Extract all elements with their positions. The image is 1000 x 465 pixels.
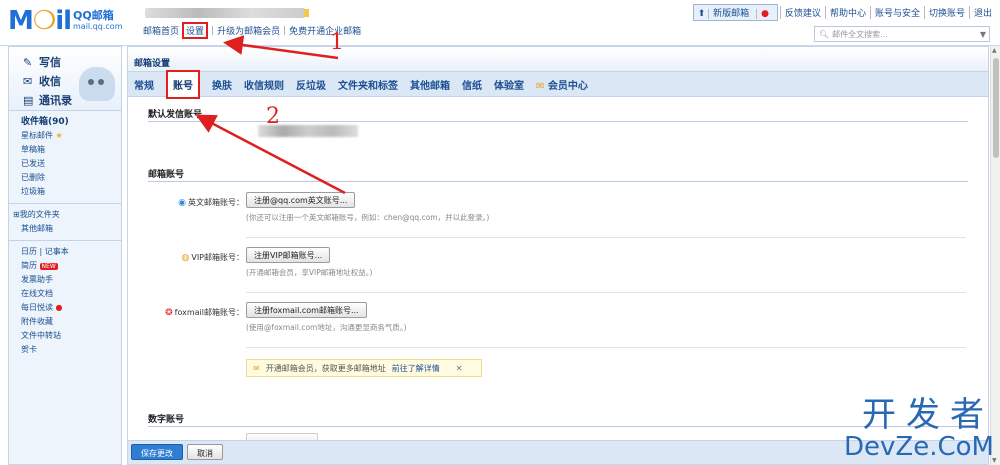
logo-domain: mail.qq.com bbox=[73, 22, 123, 31]
vip-account-hint: (开通邮箱会员，享VIP邮箱地址权益。) bbox=[246, 268, 373, 277]
user-name-blurred bbox=[145, 8, 305, 18]
logo-mark: M❍il bbox=[8, 6, 72, 36]
page-title: 邮箱设置 bbox=[128, 47, 988, 71]
cancel-button[interactable]: 取消 bbox=[187, 444, 223, 460]
new-version-button[interactable]: ⬆ 新版邮箱 ● bbox=[692, 4, 778, 21]
account-settings-content: 默认发信账号 邮箱账号 ◉ 英文邮箱账号： 注册@qq.com英文账号... (你… bbox=[128, 97, 988, 442]
sidebar-item-file-transfer[interactable]: 文件中转站 bbox=[9, 329, 121, 343]
mail-search-input[interactable]: 🔍︎ 邮件全文搜索... ▼ bbox=[814, 26, 990, 42]
tab-stationery[interactable]: 信纸 bbox=[462, 77, 482, 92]
close-icon[interactable]: ✕ bbox=[456, 364, 463, 373]
link-logout[interactable]: 退出 bbox=[968, 6, 996, 19]
sidebar-item-calendar-notes[interactable]: 日历 | 记事本 bbox=[9, 245, 121, 259]
compose-button[interactable]: ✎ 写信 bbox=[23, 54, 61, 70]
promo-details-link[interactable]: 前往了解详情 bbox=[392, 363, 440, 374]
left-sidebar: ✎ 写信 ✉ 收信 ▤ 通讯录 收件箱(90) 星标邮件 ★ 草稿箱 已发送 已… bbox=[8, 46, 122, 465]
my-folders: ⊞我的文件夹 其他邮箱 bbox=[9, 204, 121, 241]
foxmail-account-hint: (使用@foxmail.com地址，沟通更显商务气质。) bbox=[246, 323, 407, 332]
link-settings[interactable]: 设置 bbox=[182, 22, 209, 39]
sidebar-item-attachments[interactable]: 附件收藏 bbox=[9, 315, 121, 329]
sidebar-item-spam[interactable]: 垃圾箱 bbox=[9, 185, 121, 199]
sidebar-item-resume[interactable]: 简历 NEW bbox=[9, 259, 121, 273]
logo-title: QQ邮箱 bbox=[73, 9, 114, 22]
new-badge: NEW bbox=[39, 263, 58, 270]
tab-general[interactable]: 常规 bbox=[134, 77, 154, 92]
link-upgrade-vip[interactable]: 升级为邮箱会员 bbox=[217, 24, 280, 37]
link-account-security[interactable]: 账号与安全 bbox=[869, 6, 924, 19]
top-bar: M❍il QQ邮箱 mail.qq.com 邮箱首页 设置 | 升级为邮箱会员 … bbox=[0, 0, 1000, 46]
default-sender-title: 默认发信账号 bbox=[148, 110, 203, 120]
link-switch-account[interactable]: 切换账号 bbox=[923, 6, 969, 19]
star-icon: ★ bbox=[55, 131, 63, 140]
sidebar-item-deleted[interactable]: 已删除 bbox=[9, 171, 121, 185]
right-links: ⬆ 新版邮箱 ● 反馈建议 帮助中心 账号与安全 切换账号 退出 bbox=[692, 4, 996, 21]
mascot-image bbox=[79, 67, 115, 101]
tab-lab[interactable]: 体验室 bbox=[494, 77, 524, 92]
sidebar-item-drafts[interactable]: 草稿箱 bbox=[9, 143, 121, 157]
settings-tabs: 常规 账号 换肤 收信规则 反垃圾 文件夹和标签 其他邮箱 信纸 体验室 ✉ 会… bbox=[128, 69, 988, 99]
register-foxmail-account-button[interactable]: 注册foxmail.com邮箱账号... bbox=[246, 302, 367, 318]
chevron-down-icon[interactable]: ▼ bbox=[980, 30, 986, 39]
link-feedback[interactable]: 反馈建议 bbox=[779, 6, 825, 19]
foxmail-icon: ❂ bbox=[165, 307, 173, 318]
tab-receive-rules[interactable]: 收信规则 bbox=[244, 77, 284, 92]
sidebar-item-my-folders[interactable]: ⊞我的文件夹 bbox=[9, 208, 121, 222]
watermark: 开发者 DevZe.CoM bbox=[844, 397, 994, 461]
sidebar-item-inbox[interactable]: 收件箱(90) bbox=[9, 115, 121, 129]
english-account-hint: (你还可以注册一个英文邮箱账号，例如：chen@qq.com，并以此登录。) bbox=[246, 213, 490, 222]
sidebar-item-cards[interactable]: 贺卡 bbox=[9, 343, 121, 357]
folder-list: 收件箱(90) 星标邮件 ★ 草稿箱 已发送 已删除 垃圾箱 bbox=[9, 111, 121, 204]
tab-folders-labels[interactable]: 文件夹和标签 bbox=[338, 77, 398, 92]
link-help[interactable]: 帮助中心 bbox=[824, 6, 870, 19]
vip-icon: ◍ bbox=[181, 252, 190, 263]
annotation-number-1: 1 bbox=[330, 30, 344, 55]
vip-promo-banner: ✉ 开通邮箱会员，获取更多邮箱地址 前往了解详情 ✕ bbox=[246, 359, 482, 377]
contacts-button[interactable]: ▤ 通讯录 bbox=[23, 92, 72, 108]
sidebar-item-docs[interactable]: 在线文档 bbox=[9, 287, 121, 301]
numeric-account-title: 数字账号 bbox=[148, 415, 185, 425]
user-level-icon bbox=[304, 9, 309, 17]
qq-icon: ◉ bbox=[178, 197, 186, 208]
register-vip-account-button[interactable]: 注册VIP邮箱账号... bbox=[246, 247, 331, 263]
sidebar-item-invoice[interactable]: 发票助手 bbox=[9, 273, 121, 287]
receive-button[interactable]: ✉ 收信 bbox=[23, 73, 61, 89]
save-button[interactable]: 保存更改 bbox=[131, 444, 183, 460]
watermark-line1: 开发者 bbox=[862, 395, 994, 435]
inbox-icon: ✉ bbox=[23, 75, 33, 88]
scrollbar-thumb[interactable] bbox=[993, 58, 999, 158]
pencil-icon: ✎ bbox=[23, 56, 33, 69]
qq-mail-logo[interactable]: M❍il QQ邮箱 mail.qq.com bbox=[8, 6, 122, 36]
expand-icon[interactable]: ⊞ bbox=[13, 210, 20, 219]
address-book-icon: ▤ bbox=[23, 94, 34, 107]
watermark-line2: DevZe.CoM bbox=[844, 432, 994, 462]
link-mail-home[interactable]: 邮箱首页 bbox=[143, 24, 179, 37]
search-icon: 🔍︎ bbox=[819, 29, 830, 39]
sidebar-item-other-mailboxes[interactable]: 其他邮箱 bbox=[9, 222, 121, 236]
sidebar-item-daily-read[interactable]: 每日悦读 ● bbox=[9, 301, 121, 315]
tools-list: 日历 | 记事本 简历 NEW 发票助手 在线文档 每日悦读 ● 附件收藏 文件… bbox=[9, 241, 121, 361]
tab-account[interactable]: 账号 bbox=[166, 69, 200, 99]
link-enterprise-mail[interactable]: 免费开通企业邮箱 bbox=[289, 24, 361, 37]
vip-icon: ✉ bbox=[253, 363, 260, 373]
unread-dot-icon: ● bbox=[55, 303, 63, 312]
tab-skin[interactable]: 换肤 bbox=[212, 77, 232, 92]
register-english-account-button[interactable]: 注册@qq.com英文账号... bbox=[246, 192, 356, 208]
tab-other-mailboxes[interactable]: 其他邮箱 bbox=[410, 77, 450, 92]
scroll-up-icon[interactable]: ▲ bbox=[992, 47, 997, 54]
sidebar-item-sent[interactable]: 已发送 bbox=[9, 157, 121, 171]
vip-icon: ✉ bbox=[536, 80, 545, 92]
annotation-number-2: 2 bbox=[266, 104, 280, 129]
sidebar-item-starred[interactable]: 星标邮件 ★ bbox=[9, 129, 121, 143]
top-links: 邮箱首页 设置 | 升级为邮箱会员 | 免费开通企业邮箱 bbox=[143, 22, 361, 39]
tab-anti-spam[interactable]: 反垃圾 bbox=[296, 77, 326, 92]
mailbox-accounts-title: 邮箱账号 bbox=[148, 170, 185, 180]
tab-vip-center[interactable]: ✉ 会员中心 bbox=[536, 77, 588, 92]
